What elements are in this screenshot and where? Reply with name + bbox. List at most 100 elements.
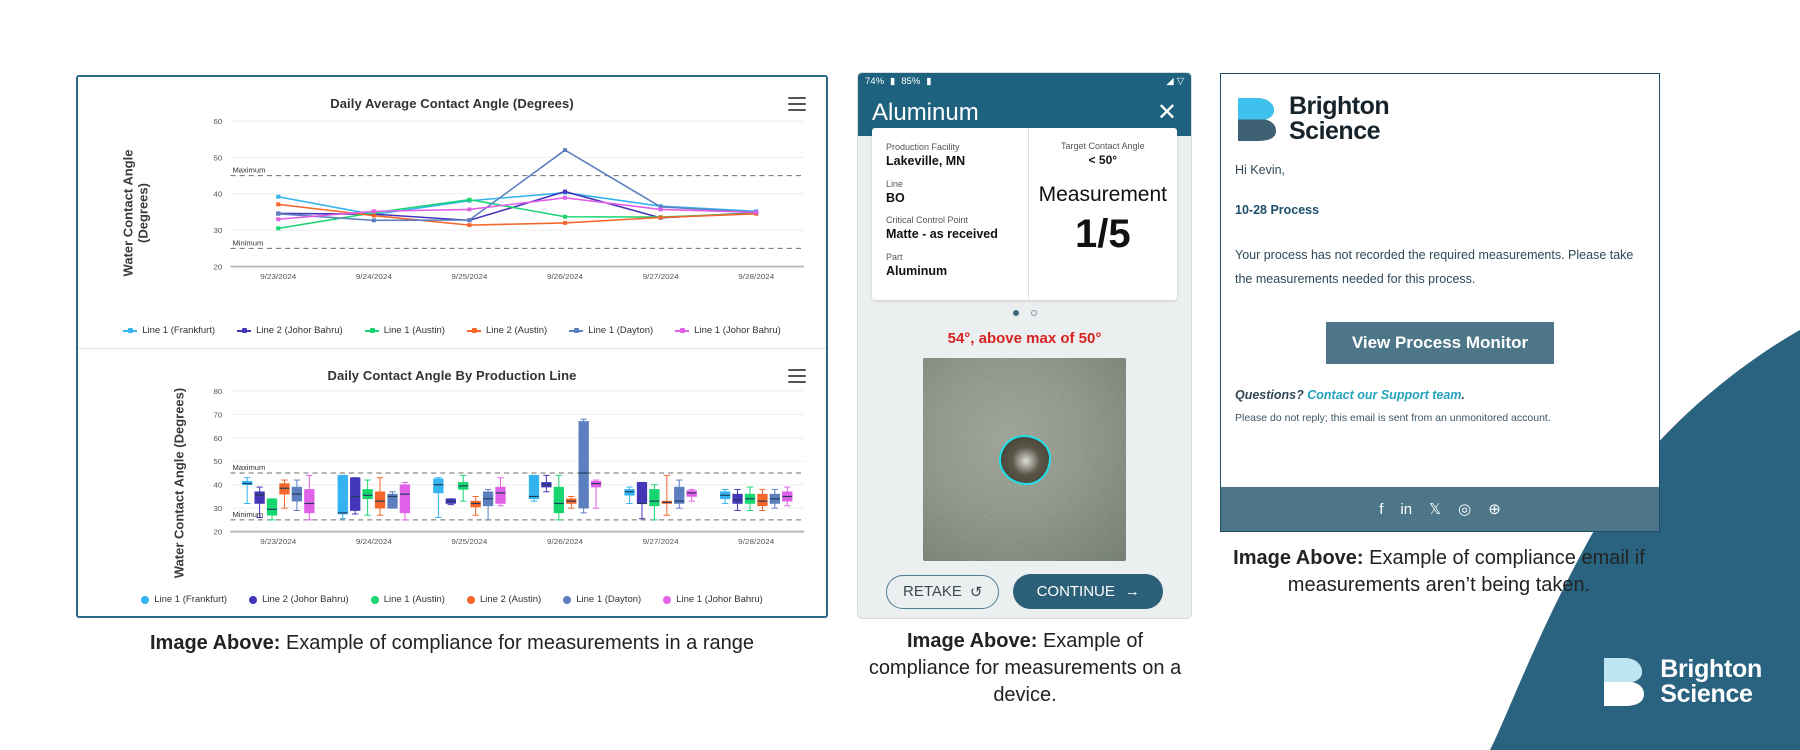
svg-text:80: 80	[213, 387, 223, 396]
legend-label: Line 1 (Austin)	[383, 325, 445, 336]
legend-item-2[interactable]: Line 1 (Austin)	[370, 594, 445, 605]
phone-mockup: 74% ▮ 85% ▮ ◢ ▽ Aluminum ✕ Production Fa…	[858, 73, 1191, 618]
email-process-name: 10-28 Process	[1235, 203, 1320, 217]
svg-text:9/27/2024: 9/27/2024	[643, 537, 680, 546]
battery-icon-2: ▮	[926, 76, 932, 87]
legend-label: Line 2 (Johor Bahru)	[256, 325, 343, 336]
carousel-dot-active[interactable]	[1012, 310, 1019, 316]
legend-label: Line 2 (Austin)	[485, 325, 548, 336]
legend-marker-icon	[466, 327, 481, 335]
svg-text:9/28/2024: 9/28/2024	[738, 272, 775, 281]
legend-label: Line 1 (Dayton)	[588, 325, 654, 336]
legend-item-1[interactable]: Line 2 (Johor Bahru)	[237, 325, 343, 336]
email-brand-line-1: Brighton	[1289, 92, 1390, 120]
line-value: BO	[886, 190, 905, 205]
chart-title-line: Daily Average Contact Angle (Degrees)	[330, 96, 574, 111]
ccp-label: Critical Control Point	[886, 215, 969, 225]
brighton-b-mark-icon	[1604, 658, 1645, 706]
legend-marker-icon	[569, 327, 584, 335]
legend-marker-icon	[370, 595, 379, 604]
svg-text:9/27/2024: 9/27/2024	[643, 272, 680, 281]
legend-label: Line 1 (Johor Bahru)	[676, 594, 763, 605]
retake-refresh-icon: ↺	[969, 583, 983, 601]
field-critical-control-point: Critical Control Point Matte - as receiv…	[886, 215, 1018, 243]
caption-left-bold: Image Above:	[150, 632, 281, 654]
caption-left: Image Above: Example of compliance for m…	[76, 630, 828, 657]
linkedin-icon[interactable]: in	[1400, 501, 1412, 518]
email-paragraph: Your process has not recorded the requir…	[1235, 248, 1634, 287]
svg-text:9/28/2024: 9/28/2024	[738, 537, 775, 546]
measurement-count: 1/5	[1075, 212, 1131, 256]
view-process-monitor-button[interactable]: View Process Monitor	[1325, 321, 1555, 364]
svg-text:9/23/2024: 9/23/2024	[260, 537, 297, 546]
signal-icon: ◢	[1166, 76, 1174, 87]
measurement-word: Measurement	[1038, 183, 1167, 206]
carousel-dots[interactable]	[872, 310, 1177, 316]
chart-menu-icon-2[interactable]	[788, 369, 806, 383]
ylabel-line-2: (Degrees)	[135, 182, 151, 243]
wifi-icon: ▽	[1176, 76, 1184, 87]
support-team-link[interactable]: Contact our Support team	[1307, 388, 1461, 402]
continue-button[interactable]: CONTINUE →	[1013, 574, 1163, 609]
legend-item-1[interactable]: Line 2 (Johor Bahru)	[249, 594, 349, 605]
continue-label: CONTINUE	[1036, 583, 1115, 600]
chart-ylabel-box: Water Contact Angle (Degrees)	[171, 387, 187, 579]
legend-item-5[interactable]: Line 1 (Johor Bahru)	[675, 325, 781, 336]
svg-text:40: 40	[213, 481, 223, 490]
brighton-b-mark-icon-email	[1238, 97, 1276, 141]
carousel-dot-inactive[interactable]	[1030, 310, 1037, 316]
target-contact-angle-value: < 50°	[1088, 153, 1118, 167]
retake-button[interactable]: RETAKE ↺	[886, 574, 1000, 609]
chart-menu-icon[interactable]	[788, 97, 806, 111]
page-root: Brighton Science Daily Average Contact A…	[0, 0, 1800, 750]
email-greeting: Hi Kevin,	[1235, 163, 1286, 177]
svg-text:50: 50	[213, 457, 223, 466]
legend-item-3[interactable]: Line 2 (Austin)	[466, 594, 541, 605]
x-twitter-icon[interactable]: 𝕏	[1429, 500, 1441, 518]
legend-item-2[interactable]: Line 1 (Austin)	[364, 325, 445, 336]
svg-text:30: 30	[213, 504, 223, 513]
svg-text:60: 60	[213, 117, 223, 126]
questions-prefix: Questions?	[1235, 387, 1308, 402]
legend-item-3[interactable]: Line 2 (Austin)	[466, 325, 548, 336]
website-icon[interactable]: ⊕	[1488, 500, 1501, 518]
phone-sheet: Production Facility Lakeville, MN Line B…	[858, 128, 1191, 609]
measurement-info-card: Production Facility Lakeville, MN Line B…	[872, 128, 1177, 300]
email-brand-line-2: Science	[1289, 116, 1381, 145]
svg-text:9/24/2024: 9/24/2024	[356, 272, 393, 281]
legend-label: Line 1 (Austin)	[383, 594, 445, 605]
chart-panel-line: Daily Average Contact Angle (Degrees) Wa…	[78, 77, 826, 349]
legend-item-4[interactable]: Line 1 (Dayton)	[569, 325, 653, 336]
arrow-right-icon: →	[1124, 583, 1140, 600]
facility-label: Production Facility	[886, 142, 960, 152]
info-right-column: Target Contact Angle < 50° Measurement 1…	[1029, 128, 1177, 300]
brand-line-2: Science	[1660, 680, 1753, 708]
legend-item-4[interactable]: Line 1 (Dayton)	[563, 594, 641, 605]
caption-mid-bold: Image Above:	[906, 630, 1038, 652]
legend-item-0[interactable]: Line 1 (Frankfurt)	[123, 325, 215, 336]
legend-marker-icon	[141, 595, 150, 604]
field-part: Part Aluminum	[886, 252, 1018, 280]
close-icon[interactable]: ✕	[1157, 101, 1177, 125]
brand-line-1: Brighton	[1660, 655, 1762, 683]
legend-item-5[interactable]: Line 1 (Johor Bahru)	[663, 594, 763, 605]
chart-panel-box: Daily Contact Angle By Production Line W…	[78, 349, 826, 617]
caption-left-text: Example of compliance for measurements i…	[280, 632, 754, 654]
legend-label: Line 1 (Johor Bahru)	[694, 325, 781, 336]
legend-marker-icon	[237, 327, 252, 335]
caption-right-bold: Image Above:	[1233, 547, 1364, 569]
chart-legend-box: Line 1 (Frankfurt) Line 2 (Johor Bahru) Li…	[78, 594, 826, 605]
svg-text:9/26/2024: 9/26/2024	[547, 272, 584, 281]
svg-text:9/25/2024: 9/25/2024	[451, 272, 488, 281]
legend-item-0[interactable]: Line 1 (Frankfurt)	[141, 594, 227, 605]
instagram-icon[interactable]: ◎	[1458, 500, 1471, 518]
ccp-value: Matte - as received	[886, 227, 998, 242]
contact-angle-photo	[923, 358, 1126, 561]
brighton-science-logo-email: Brighton Science	[1235, 94, 1645, 143]
box-chart-plot-area: 20 30 40 50 60 70 80 Maximum Minimum 9/23/2024 9/2…	[196, 387, 804, 551]
chart-title-box: Daily Contact Angle By Production Line	[327, 368, 577, 383]
target-contact-angle-label: Target Contact Angle	[1061, 141, 1145, 151]
legend-label: Line 1 (Frankfurt)	[142, 325, 216, 336]
facebook-icon[interactable]: f	[1379, 501, 1383, 518]
legend-marker-icon	[466, 595, 475, 604]
